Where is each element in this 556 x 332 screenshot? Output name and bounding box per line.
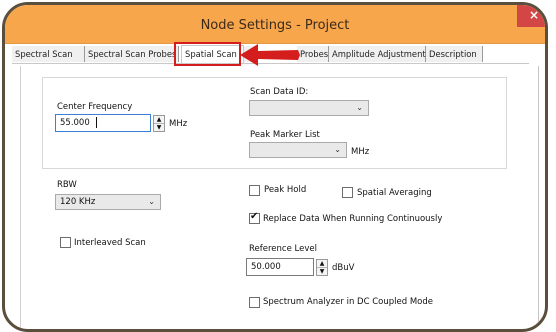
tab-highlight-box bbox=[174, 42, 241, 66]
tab-spectral-scan-probes[interactable]: Spectral Scan Probes bbox=[85, 46, 179, 62]
spin-down-icon[interactable]: ▼ bbox=[317, 268, 327, 275]
center-frequency-spinner[interactable]: ▲ ▼ bbox=[153, 115, 165, 132]
center-frequency-value: 55.000 bbox=[60, 118, 90, 128]
rbw-label: RBW bbox=[57, 180, 77, 190]
peak-marker-list-label: Peak Marker List bbox=[250, 130, 320, 140]
dc-coupled-checkbox[interactable] bbox=[249, 297, 260, 308]
peak-marker-unit: MHz bbox=[351, 147, 370, 157]
dc-coupled-label: Spectrum Analyzer in DC Coupled Mode bbox=[263, 297, 433, 307]
reference-level-spinner[interactable]: ▲ ▼ bbox=[316, 259, 328, 276]
text-caret bbox=[95, 117, 97, 128]
interleaved-scan-checkbox[interactable] bbox=[60, 237, 71, 248]
close-icon: × bbox=[528, 8, 540, 22]
peak-marker-list-select[interactable]: ⌄ bbox=[249, 142, 347, 158]
center-frequency-input[interactable]: 55.000 bbox=[55, 114, 151, 132]
close-button[interactable]: × bbox=[517, 5, 545, 27]
scan-data-id-select[interactable]: ⌄ bbox=[249, 100, 369, 116]
dialog-window: Node Settings - Project × Spectral Scan … bbox=[2, 2, 548, 332]
window-title: Node Settings - Project bbox=[200, 18, 350, 33]
rbw-select[interactable]: 120 KHz ⌄ bbox=[55, 194, 161, 210]
tab-spectral-scan[interactable]: Spectral Scan bbox=[12, 46, 85, 62]
scan-data-id-label: Scan Data ID: bbox=[250, 87, 309, 97]
scroll-edge bbox=[538, 66, 539, 328]
spin-down-icon[interactable]: ▼ bbox=[154, 124, 164, 131]
red-arrow-left-icon bbox=[240, 44, 300, 66]
center-frequency-label: Center Frequency bbox=[57, 102, 133, 112]
spatial-averaging-label: Spatial Averaging bbox=[357, 188, 432, 198]
reference-level-label: Reference Level bbox=[249, 244, 317, 254]
peak-hold-label: Peak Hold bbox=[264, 185, 307, 195]
spatial-averaging-checkbox[interactable] bbox=[342, 187, 353, 198]
reference-level-value: 50.000 bbox=[251, 262, 281, 272]
spin-up-icon[interactable]: ▲ bbox=[154, 116, 164, 124]
interleaved-scan-label: Interleaved Scan bbox=[74, 238, 146, 248]
tab-description[interactable]: Description bbox=[426, 46, 483, 62]
replace-data-checkbox[interactable] bbox=[249, 211, 260, 224]
title-bar[interactable]: Node Settings - Project × bbox=[5, 5, 545, 44]
spin-up-icon[interactable]: ▲ bbox=[317, 260, 327, 268]
chevron-down-icon: ⌄ bbox=[148, 197, 155, 206]
rbw-value: 120 KHz bbox=[60, 197, 96, 207]
reference-level-input[interactable]: 50.000 bbox=[246, 258, 314, 276]
tab-amplitude-adjustment[interactable]: Amplitude Adjustment bbox=[329, 46, 426, 62]
center-frequency-unit: MHz bbox=[169, 119, 188, 129]
peak-hold-checkbox[interactable] bbox=[249, 185, 260, 196]
chevron-down-icon: ⌄ bbox=[334, 145, 341, 154]
reference-level-unit: dBuV bbox=[332, 263, 355, 273]
chevron-down-icon: ⌄ bbox=[356, 103, 363, 112]
replace-data-label: Replace Data When Running Continuously bbox=[263, 214, 443, 224]
